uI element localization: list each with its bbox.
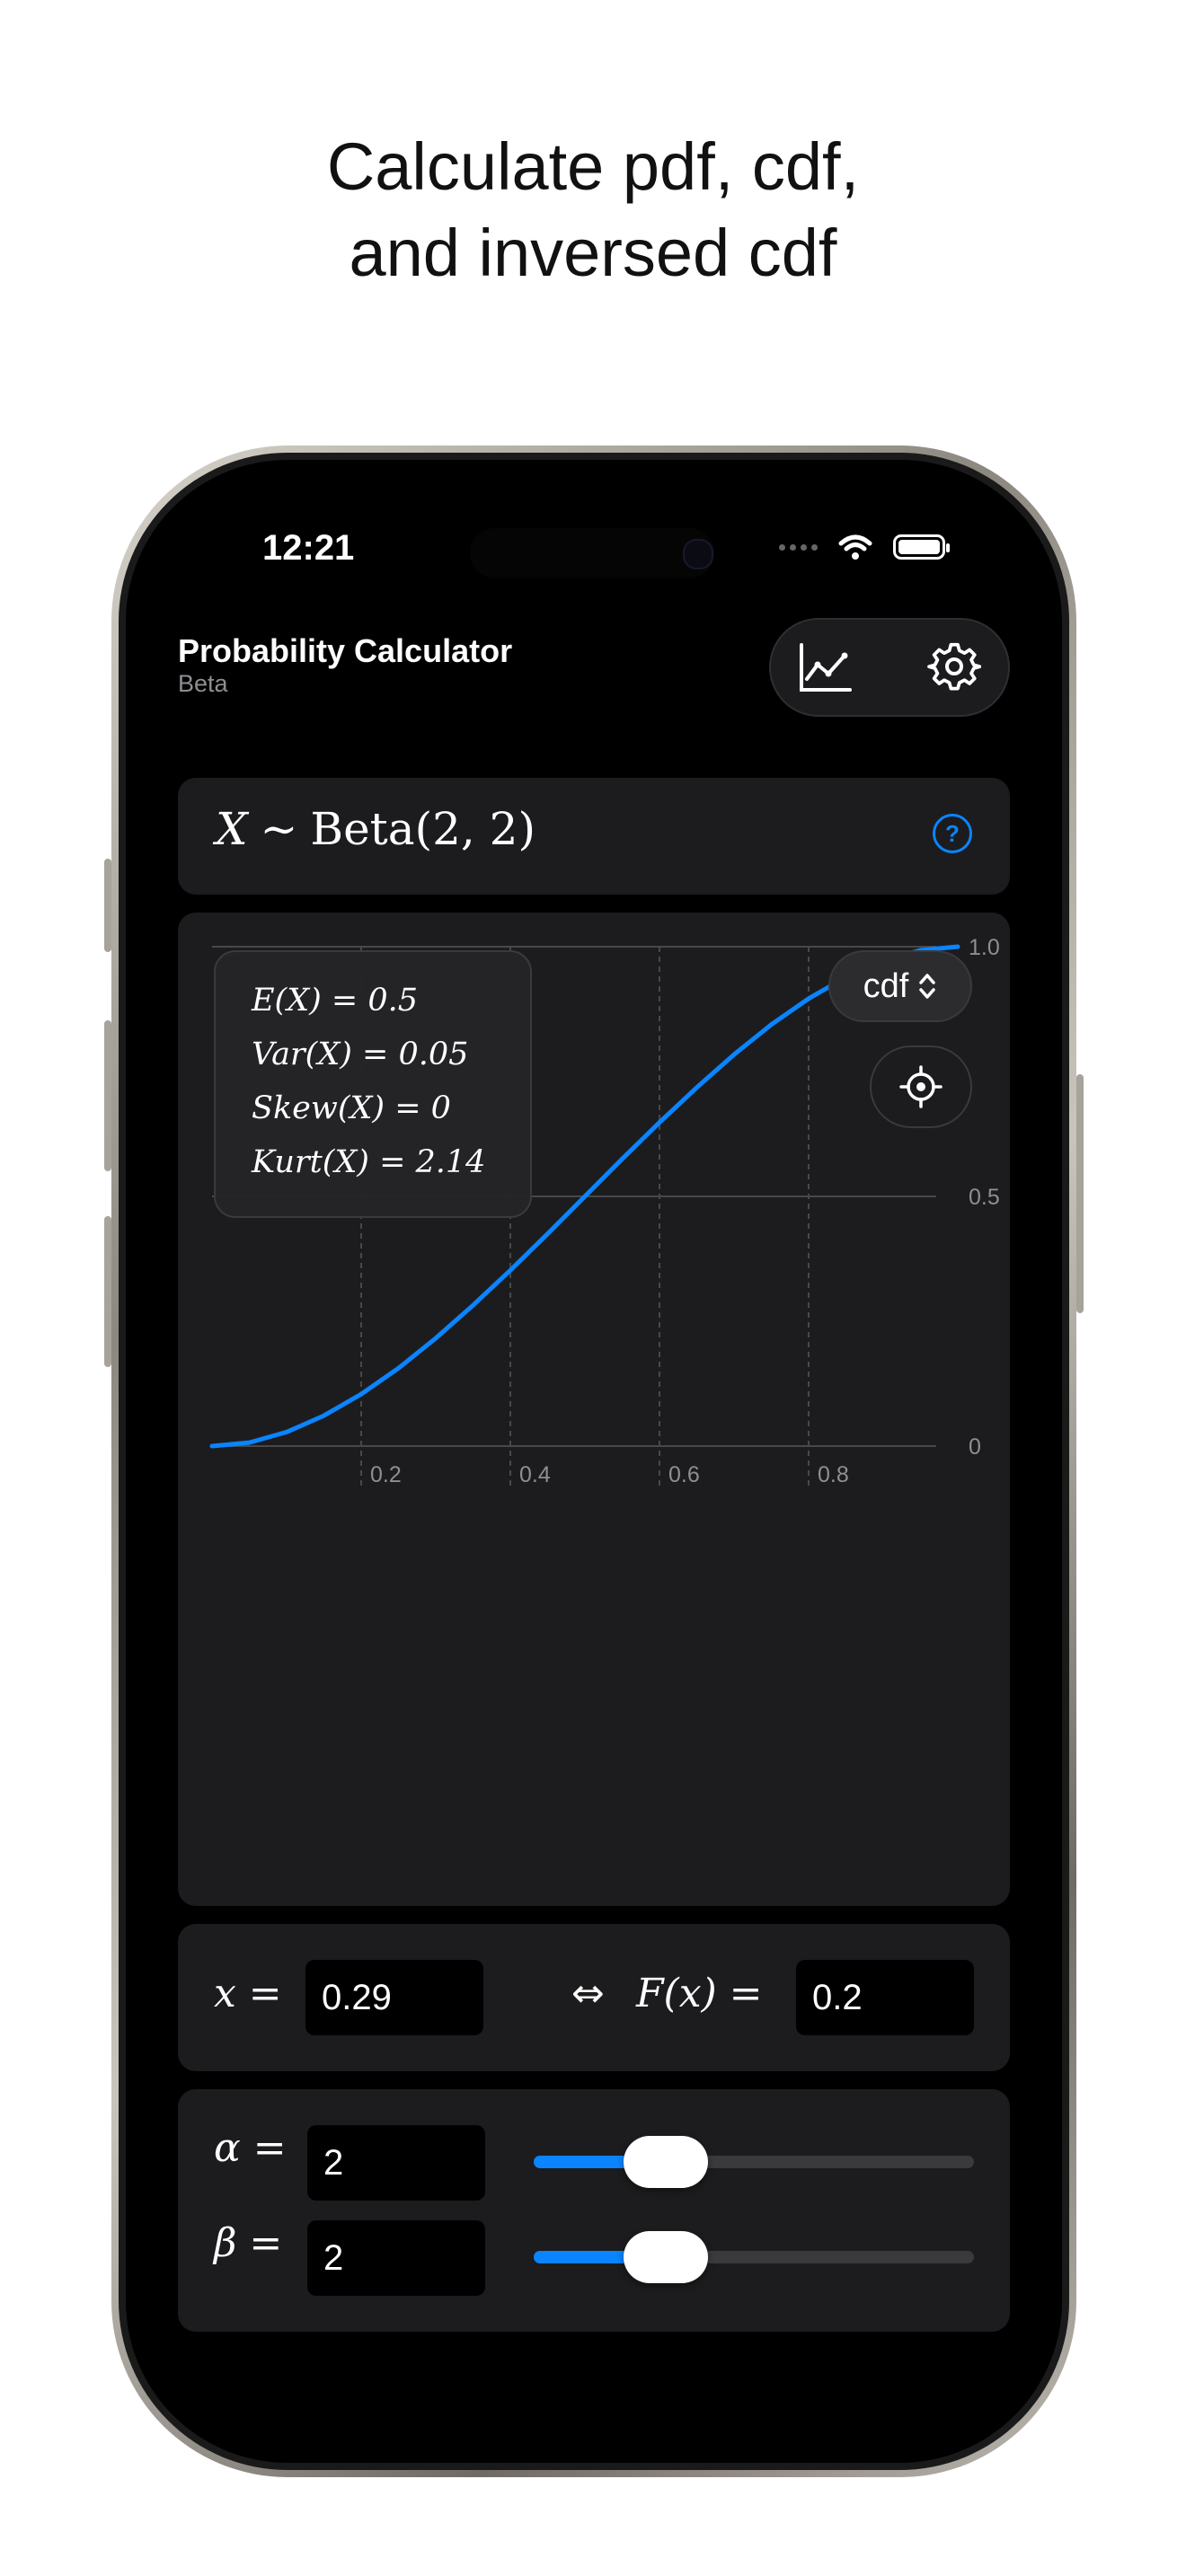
- battery-icon: [893, 534, 950, 560]
- formula-sim: ∼: [260, 803, 298, 855]
- beta-label: β =: [214, 2220, 283, 2266]
- y-tick-label: 1.0: [969, 935, 1000, 960]
- question-circle-icon[interactable]: ?: [933, 814, 972, 853]
- distribution-card: X ∼ Beta(2, 2) ?: [178, 778, 1010, 895]
- chevron-up-down-icon: [919, 974, 936, 999]
- alpha-slider[interactable]: [534, 2136, 974, 2188]
- fx-label: F(x) =: [636, 1971, 763, 2016]
- alpha-label: α =: [214, 2125, 287, 2171]
- signal-icon: [779, 543, 818, 551]
- formula-variable: X: [216, 803, 248, 855]
- x-tick-label: 0.8: [818, 1462, 849, 1487]
- stats-panel: E(X) = 0.5 Var(X) = 0.05 Skew(X) = 0 Kur…: [214, 950, 532, 1218]
- dynamic-island: [470, 528, 714, 578]
- mode-label: cdf: [863, 966, 909, 1005]
- stat-mean: E(X) = 0.5: [252, 983, 419, 1019]
- beta-slider-thumb[interactable]: [624, 2231, 708, 2283]
- page-title: Probability Calculator: [178, 632, 513, 669]
- headline-line-1: Calculate pdf, cdf,: [326, 129, 860, 204]
- volume-down-button: [104, 1216, 111, 1367]
- x-input[interactable]: 0.29: [305, 1960, 483, 2035]
- stat-variance: Var(X) = 0.05: [252, 1037, 469, 1072]
- inverse-card: x = 0.29 ⇔ F(x) = 0.2: [178, 1924, 1010, 2071]
- x-tick-label: 0.6: [668, 1462, 700, 1487]
- volume-up-button: [104, 1020, 111, 1171]
- status-time: 12:21: [262, 528, 355, 568]
- alpha-slider-thumb[interactable]: [624, 2136, 708, 2188]
- beta-slider[interactable]: [534, 2231, 974, 2283]
- mode-selector[interactable]: cdf: [828, 950, 972, 1022]
- settings-button[interactable]: [925, 640, 983, 697]
- y-tick-label: 0.5: [969, 1185, 1000, 1210]
- chart-button[interactable]: [796, 640, 854, 697]
- headline-line-2: and inversed cdf: [349, 216, 837, 290]
- beta-input[interactable]: 2: [307, 2220, 485, 2296]
- crosshair-button[interactable]: [870, 1045, 972, 1128]
- x-tick-label: 0.2: [370, 1462, 402, 1487]
- alpha-input[interactable]: 2: [307, 2125, 485, 2201]
- power-button: [1076, 1074, 1084, 1313]
- toolbar-pill: [769, 618, 1010, 717]
- chart-card: 0 0.5 1.0 0.2 0.4 0.6 0.8 E(X) = 0.5 Var(X) = …: [178, 913, 1010, 1906]
- gear-icon: [927, 642, 981, 691]
- line-chart-icon: [800, 643, 852, 692]
- fx-input[interactable]: 0.2: [796, 1960, 974, 2035]
- x-tick-label: 0.4: [519, 1462, 551, 1487]
- stat-kurtosis: Kurt(X) = 2.14: [252, 1144, 486, 1180]
- wifi-icon: [838, 534, 872, 560]
- x-label: x =: [214, 1971, 282, 2016]
- action-button: [104, 859, 111, 952]
- formula-body: Beta(2, 2): [310, 803, 535, 855]
- app-screen: 12:21 Probability Calculator Beta X ∼ Be…: [126, 460, 1062, 2463]
- parameters-card: α = 2 β = 2: [178, 2089, 1010, 2332]
- marketing-headline: Calculate pdf, cdf, and inversed cdf: [0, 124, 1186, 296]
- stat-skew: Skew(X) = 0: [252, 1090, 451, 1126]
- camera-icon: [683, 539, 713, 569]
- equivalence-arrow: ⇔: [571, 1971, 605, 2016]
- y-tick-label: 0: [969, 1434, 981, 1460]
- crosshair-icon: [899, 1065, 943, 1108]
- status-icons: [779, 534, 950, 560]
- distribution-formula: X ∼ Beta(2, 2): [216, 803, 535, 855]
- page-subtitle: Beta: [178, 670, 228, 697]
